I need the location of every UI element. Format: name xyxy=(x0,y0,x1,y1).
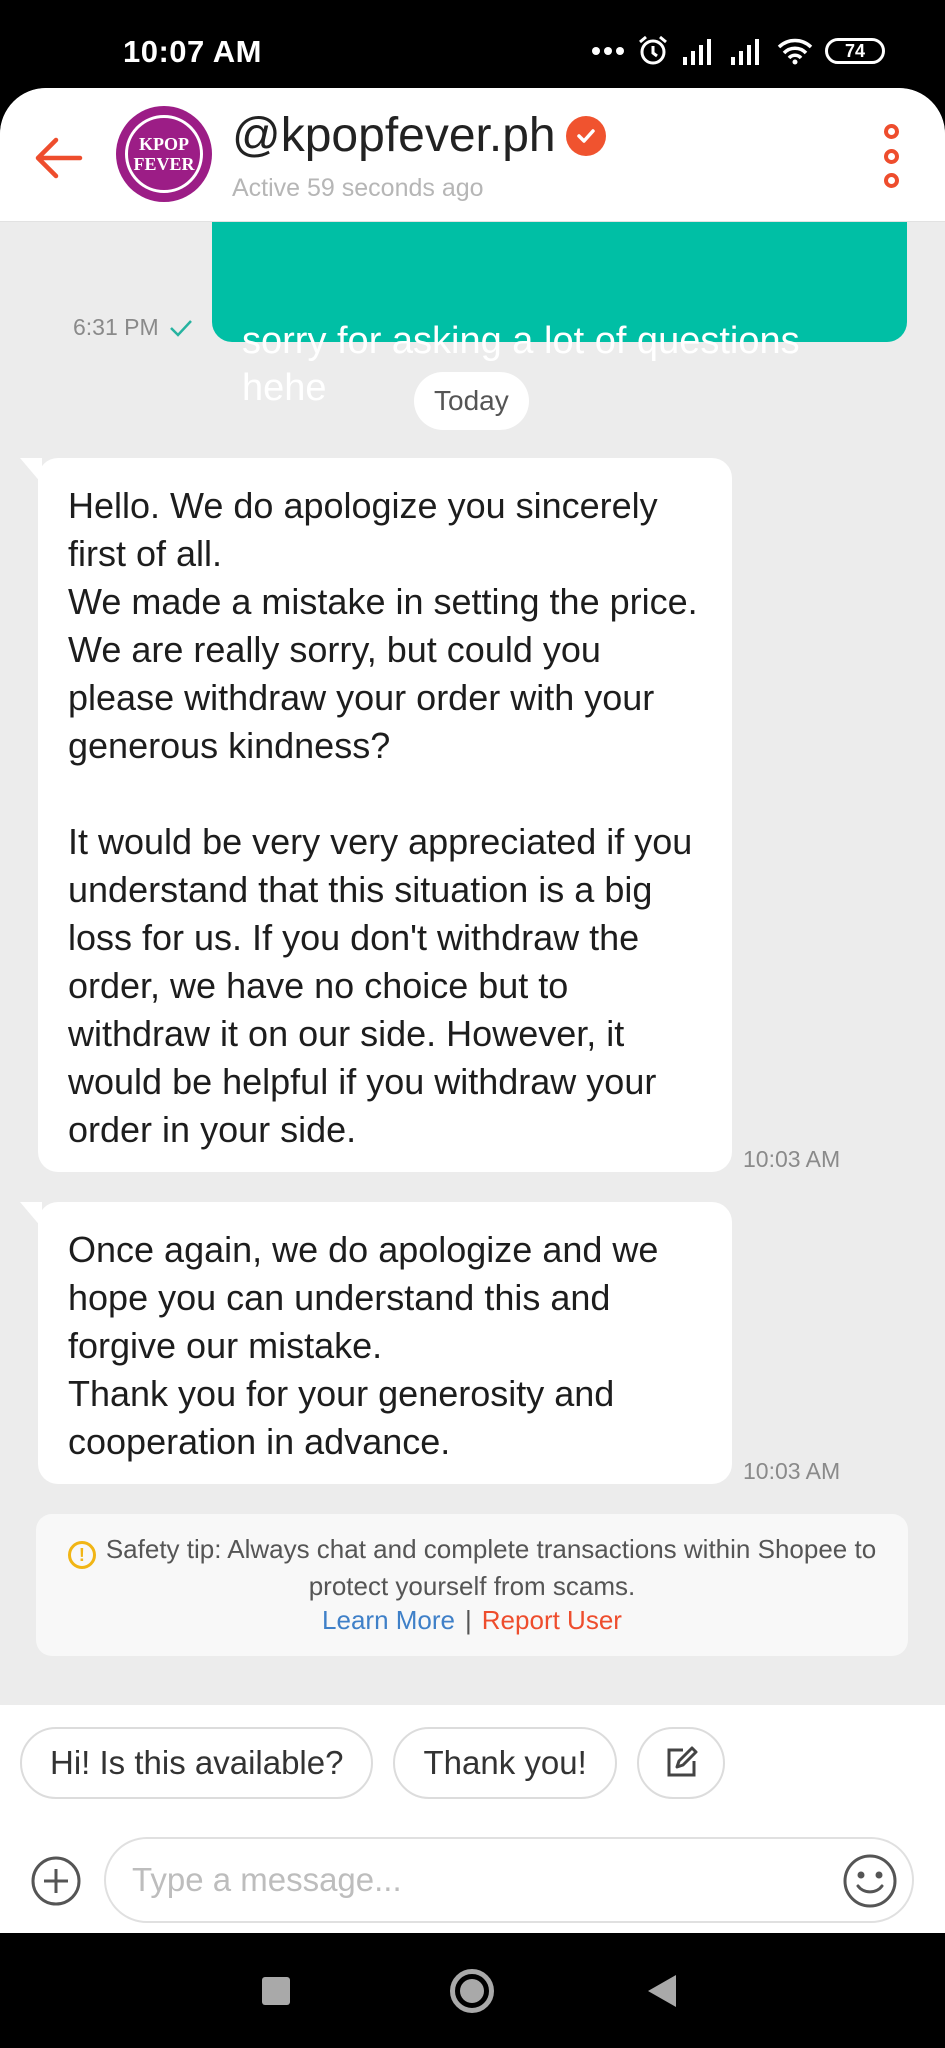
more-options-icon[interactable] xyxy=(873,124,909,188)
outgoing-message-text: sorry for asking a lot of questions hehe xyxy=(242,320,800,409)
incoming-message[interactable]: Hello. We do apologize you sincerely fir… xyxy=(20,458,732,1172)
verified-check-icon xyxy=(565,115,606,156)
incoming-message-time: 10:03 AM xyxy=(743,1458,841,1484)
read-check-icon xyxy=(169,319,192,337)
recent-apps-icon[interactable] xyxy=(262,1977,290,2005)
active-status: Active 59 seconds ago xyxy=(232,174,484,202)
warning-icon: ! xyxy=(67,1541,96,1569)
safety-tip-links: Learn More | Report User xyxy=(36,1603,908,1637)
date-divider: Today xyxy=(414,372,529,430)
wifi-icon xyxy=(777,38,813,65)
incoming-message-time: 10:03 AM xyxy=(743,1146,841,1172)
status-bar: 10:07 AM 74 xyxy=(0,0,945,90)
signal-icon-2 xyxy=(731,39,759,65)
system-nav-bar xyxy=(0,1933,945,2048)
battery-icon: 74 xyxy=(825,38,885,64)
alarm-icon xyxy=(639,35,667,65)
outgoing-message-time: 6:31 PM xyxy=(73,314,193,341)
shop-name-label: @kpopfever.ph xyxy=(232,109,556,162)
more-notifications-icon xyxy=(592,47,624,55)
incoming-message[interactable]: Once again, we do apologize and we hope … xyxy=(20,1202,732,1484)
back-arrow-icon[interactable] xyxy=(28,128,88,188)
status-icons: 74 xyxy=(591,34,885,68)
back-icon[interactable] xyxy=(648,1975,676,2007)
quick-replies: Hi! Is this available? Thank you! xyxy=(20,1727,725,1799)
avatar-logo: KPOP FEVER xyxy=(125,115,203,193)
composer-panel: Hi! Is this available? Thank you! xyxy=(0,1705,945,1933)
avatar-line2: FEVER xyxy=(133,154,195,174)
safety-tip-line: ! Safety tip: Always chat and complete tr… xyxy=(36,1532,908,1603)
add-attachment-icon[interactable] xyxy=(30,1855,82,1907)
outgoing-time-label: 6:31 PM xyxy=(73,314,159,340)
edit-quick-replies-button[interactable] xyxy=(636,1727,725,1799)
chat-screen: sorry for asking a lot of questions hehe… xyxy=(0,88,945,1933)
shop-avatar[interactable]: KPOP FEVER xyxy=(116,106,212,202)
chat-header: KPOP FEVER @kpopfever.ph Active 59 secon… xyxy=(0,88,945,222)
quick-reply-available[interactable]: Hi! Is this available? xyxy=(20,1727,374,1799)
report-user-link[interactable]: Report User xyxy=(482,1605,622,1635)
avatar-line1: KPOP xyxy=(139,134,189,154)
safety-tip-text: Safety tip: Always chat and complete tra… xyxy=(105,1534,877,1601)
link-separator: | xyxy=(465,1605,472,1635)
status-time: 10:07 AM xyxy=(123,34,262,69)
quick-reply-thank-you[interactable]: Thank you! xyxy=(393,1727,617,1799)
edit-icon xyxy=(667,1746,698,1777)
shop-name[interactable]: @kpopfever.ph xyxy=(232,108,606,163)
safety-tip: ! Safety tip: Always chat and complete tr… xyxy=(36,1514,908,1656)
emoji-icon[interactable] xyxy=(842,1853,898,1909)
message-input[interactable] xyxy=(104,1837,914,1923)
signal-icon xyxy=(683,39,711,65)
learn-more-link[interactable]: Learn More xyxy=(322,1605,455,1635)
home-icon[interactable] xyxy=(450,1969,494,2013)
